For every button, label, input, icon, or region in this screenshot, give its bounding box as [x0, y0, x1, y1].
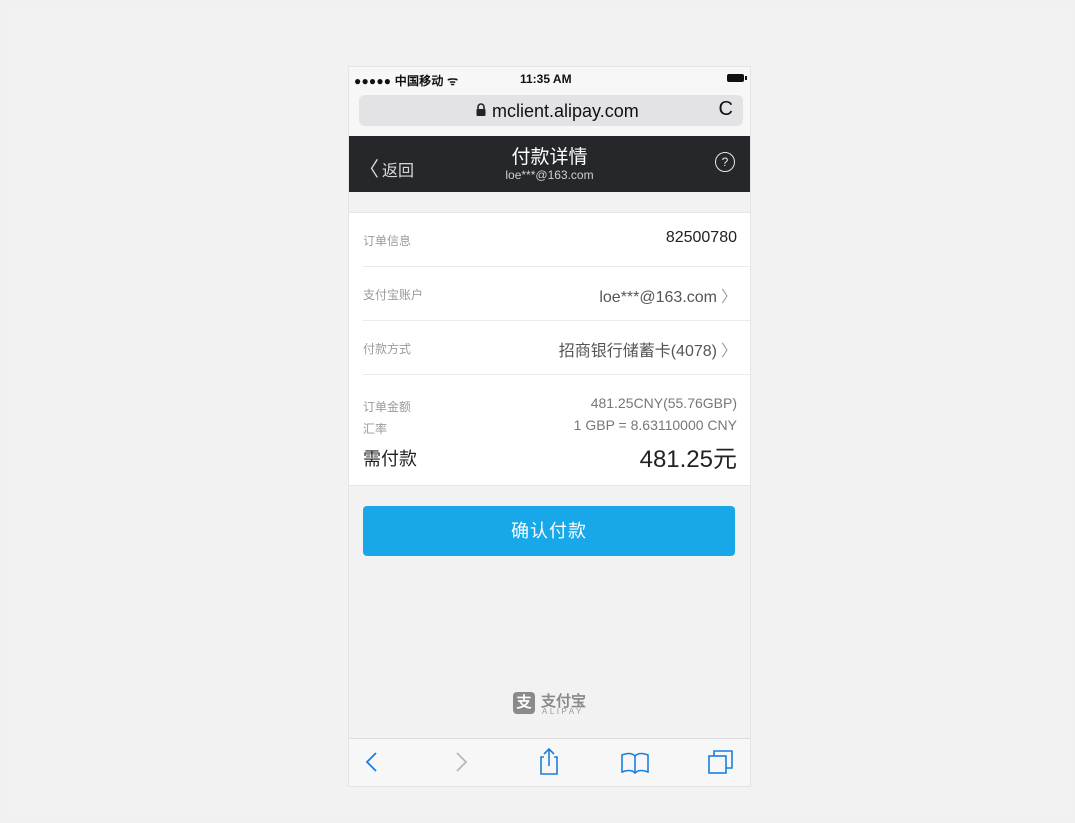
amount-due-label: 需付款	[363, 449, 417, 469]
payment-method-value: 招商银行储蓄卡(4078) 〉	[559, 337, 737, 361]
url-text: mclient.alipay.com	[492, 101, 639, 121]
tabs-icon[interactable]	[704, 745, 738, 779]
lock-icon	[476, 103, 486, 116]
alipay-account-text: loe***@163.com	[599, 289, 717, 306]
order-info-label: 订单信息	[363, 234, 412, 248]
order-amount-value: 481.25CNY(55.76GBP)	[590, 395, 737, 411]
order-info-value: 82500780	[665, 229, 737, 246]
page-background: ●●●●● 中国移动 ᯤ 11:35 AM mclient.alipay.com…	[8, 8, 1070, 816]
amount-due-value: 481.25元	[639, 446, 737, 473]
carrier-label: ●●●●● 中国移动 ᯤ	[354, 74, 459, 88]
amount-summary: 订单金额 481.25CNY(55.76GBP) 汇率 1 GBP = 8.63…	[363, 375, 750, 485]
address-bar[interactable]: mclient.alipay.com C	[359, 95, 743, 126]
battery-icon	[727, 74, 747, 82]
alipay-account-row[interactable]: 支付宝账户 loe***@163.com 〉	[363, 267, 750, 321]
browser-forward-icon[interactable]	[444, 745, 478, 779]
reload-icon[interactable]: C	[719, 98, 733, 121]
help-icon[interactable]: ?	[715, 152, 735, 172]
clock: 11:35 AM	[520, 72, 572, 86]
browser-address-area: mclient.alipay.com C	[349, 91, 750, 136]
alipay-account-value: loe***@163.com 〉	[599, 283, 737, 307]
alipay-logo-subtext: ALIPAY	[542, 707, 584, 716]
exchange-rate-label: 汇率	[363, 422, 388, 436]
phone-screen: ●●●●● 中国移动 ᯤ 11:35 AM mclient.alipay.com…	[349, 67, 750, 786]
order-amount-label: 订单金额	[363, 400, 412, 414]
chevron-right-icon: 〉	[720, 343, 737, 360]
bookmarks-icon[interactable]	[618, 745, 652, 779]
chevron-right-icon: 〉	[720, 289, 737, 306]
payment-method-row[interactable]: 付款方式 招商银行储蓄卡(4078) 〉	[363, 321, 750, 375]
payment-method-text: 招商银行储蓄卡(4078)	[558, 343, 717, 360]
nav-bar: 〈返回 付款详情 loe***@163.com ?	[349, 136, 750, 192]
exchange-rate-value: 1 GBP = 8.63110000 CNY	[573, 417, 737, 433]
browser-toolbar	[349, 738, 750, 786]
alipay-logo-mark: 支	[513, 692, 535, 714]
order-info-row: 订单信息 82500780	[363, 213, 750, 267]
browser-back-icon[interactable]	[355, 745, 389, 779]
payment-method-label: 付款方式	[363, 342, 412, 356]
alipay-account-label: 支付宝账户	[363, 288, 424, 302]
payment-details-card: 订单信息 82500780 支付宝账户 loe***@163.com 〉 付款方式…	[349, 212, 750, 486]
account-subtitle: loe***@163.com	[505, 168, 594, 182]
confirm-payment-button[interactable]: 确认付款	[363, 506, 735, 556]
share-icon[interactable]	[532, 745, 566, 779]
status-bar: ●●●●● 中国移动 ᯤ 11:35 AM	[349, 67, 750, 91]
page-title: 付款详情	[511, 147, 588, 168]
